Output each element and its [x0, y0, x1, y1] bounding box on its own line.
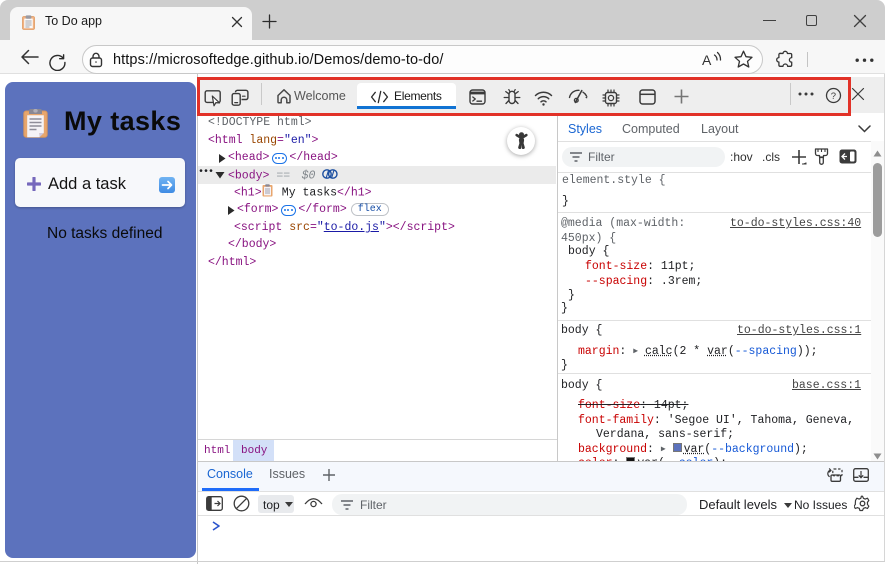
svg-text:A: A: [702, 52, 712, 68]
